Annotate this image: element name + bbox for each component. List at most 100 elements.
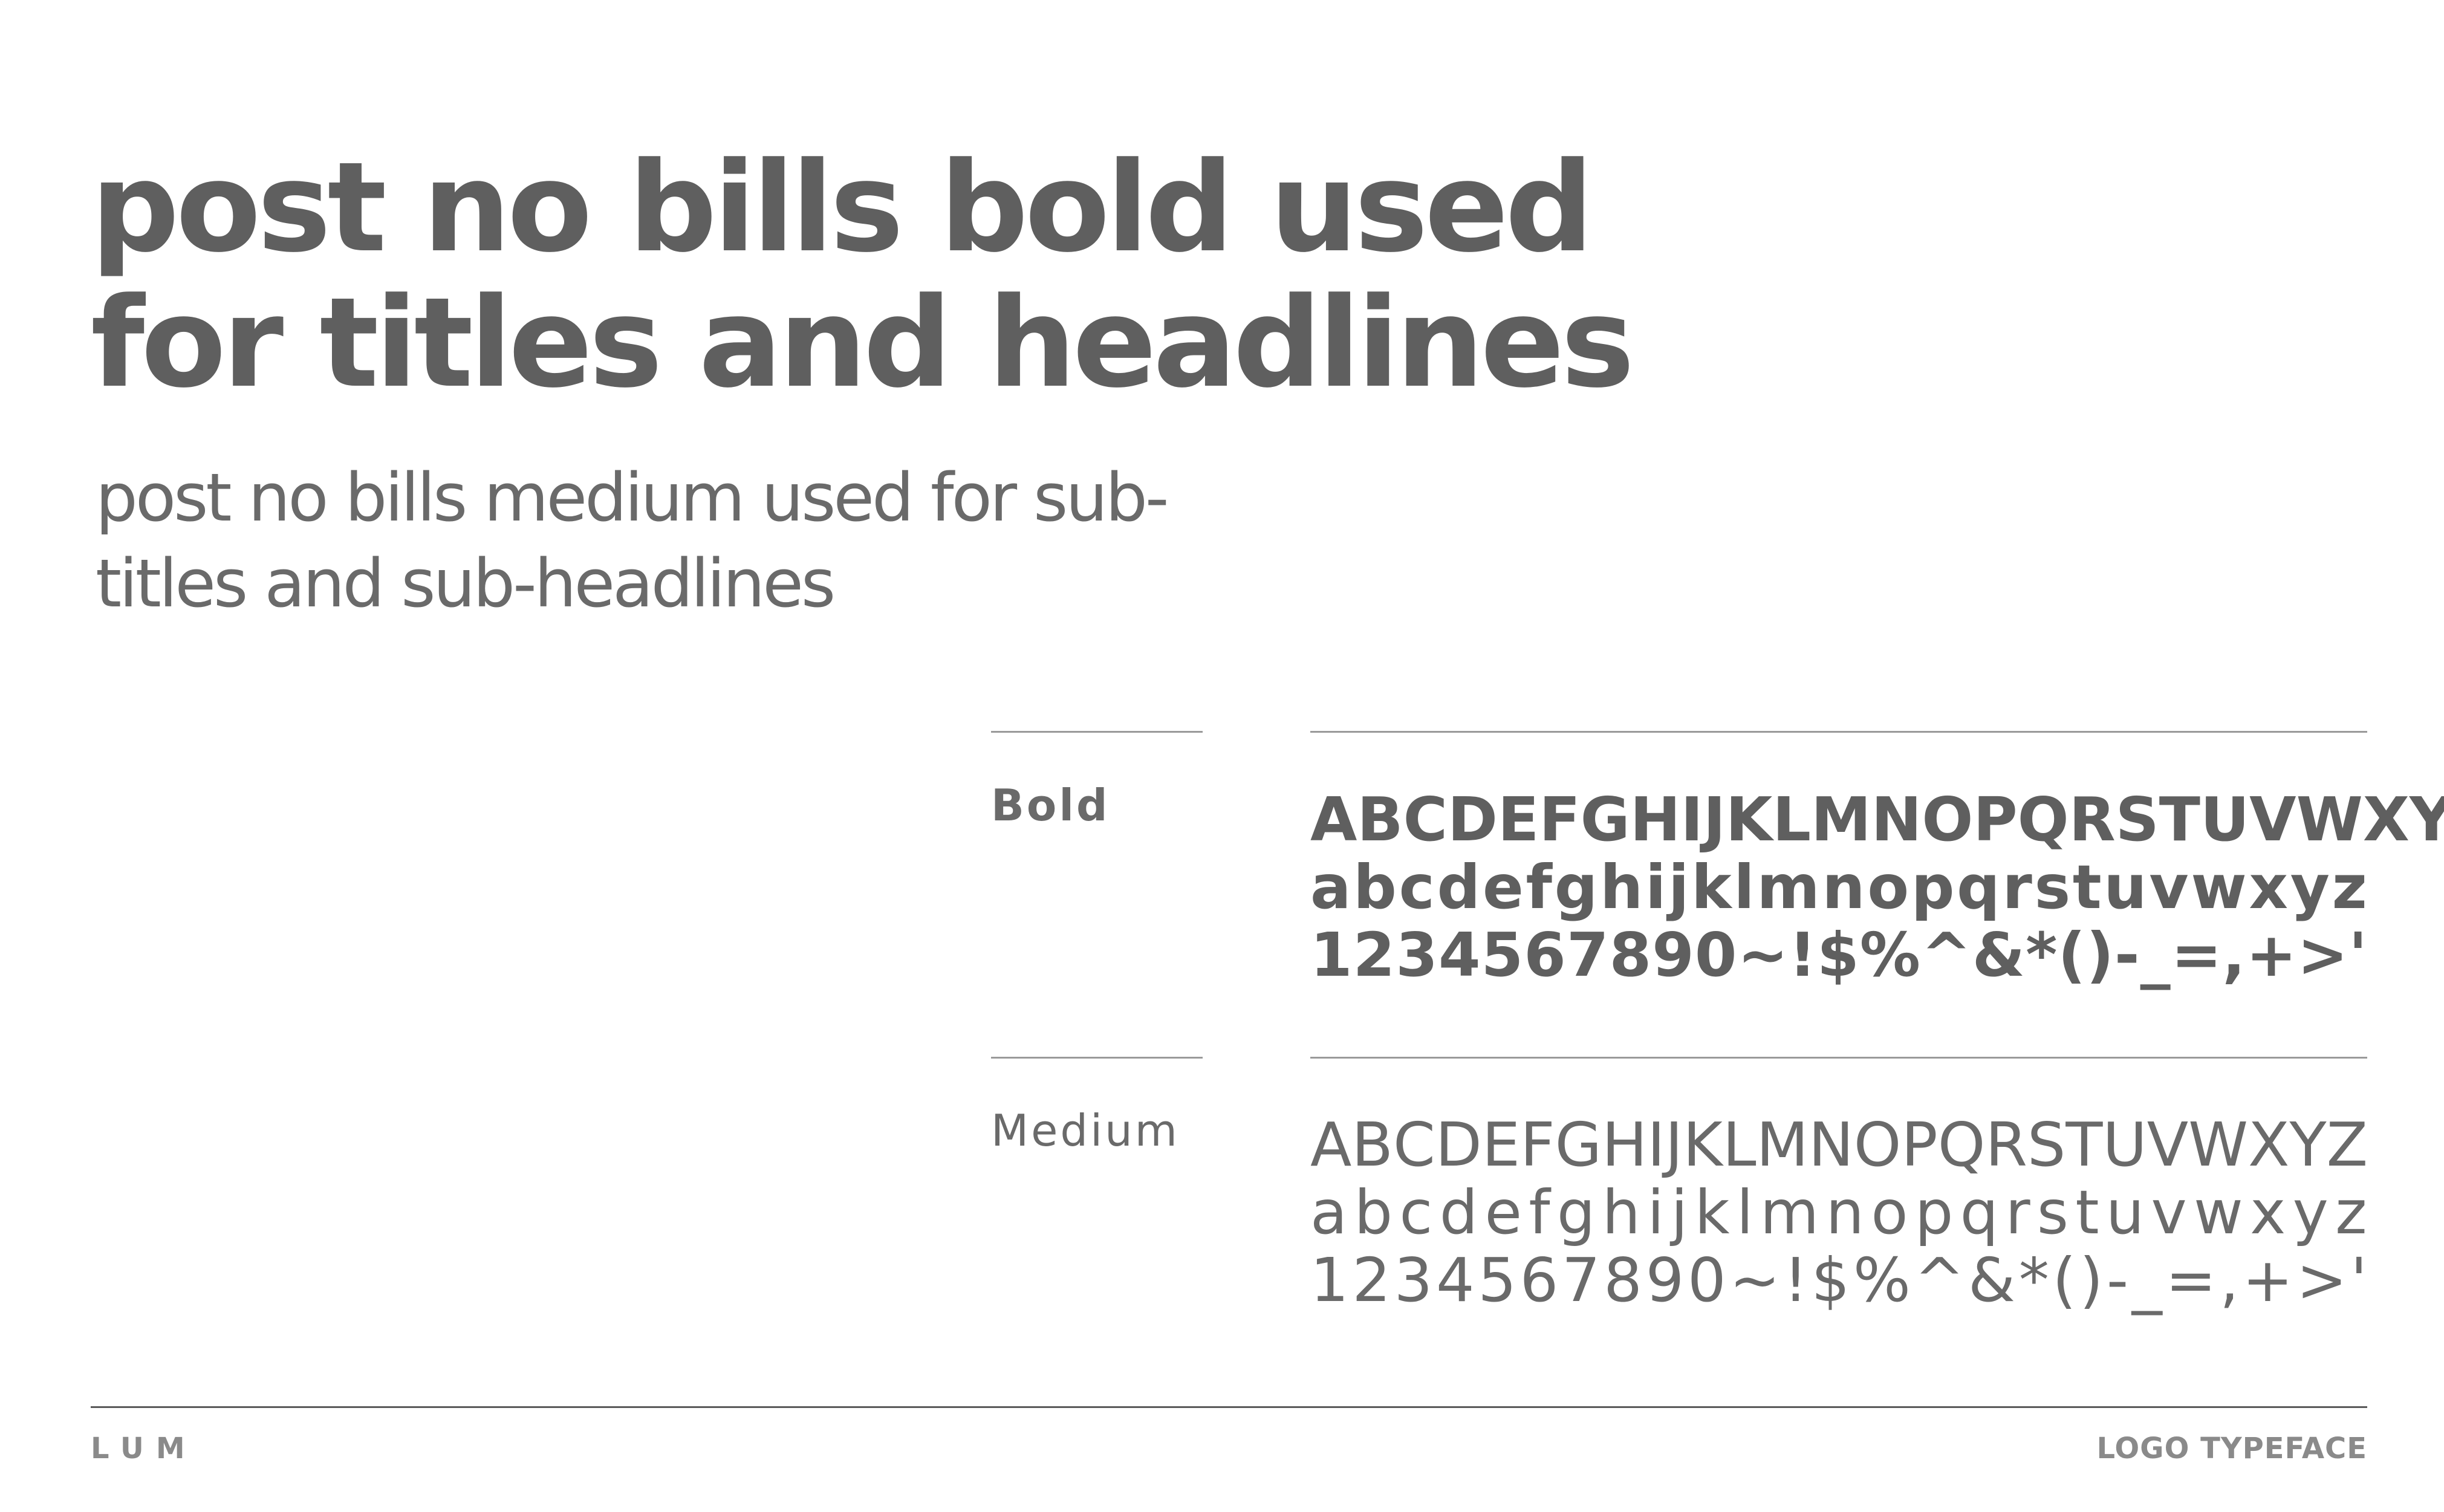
glyph: j (1668, 852, 1689, 923)
glyph: , (2219, 1245, 2239, 1316)
glyph: C (1393, 1109, 1435, 1180)
glyph: v (2149, 852, 2189, 923)
glyph: 7 (1561, 1245, 1601, 1316)
glyph: l (1734, 852, 1755, 923)
glyph: 5 (1478, 1245, 1516, 1316)
glyph: w (2191, 852, 2247, 923)
glyph: 6 (1519, 1245, 1559, 1316)
headline: post no bills bold used for titles and h… (91, 140, 1634, 415)
footer-divider (91, 1406, 2367, 1408)
divider-bold-glyphs (1310, 731, 2367, 733)
subheadline: post no bills medium used for sub- title… (96, 455, 1426, 626)
glyph: E (1481, 1109, 1521, 1180)
glyph: ! (1783, 1245, 1808, 1316)
glyph: 2 (1352, 1245, 1391, 1316)
glyph: 4 (1435, 1245, 1475, 1316)
glyph: - (2106, 1245, 2129, 1316)
glyph: - (2114, 920, 2140, 990)
glyph: K (1725, 784, 1773, 855)
glyph: h (1600, 852, 1643, 923)
glyph: a (1310, 1177, 1348, 1248)
glyph: , (2222, 920, 2246, 990)
glyph: r (2002, 852, 2032, 923)
glyph: % (1859, 920, 1920, 990)
glyph: l (1736, 1177, 1753, 1248)
glyph: 5 (1481, 920, 1524, 990)
glyph: F (1539, 784, 1581, 855)
glyph: r (2005, 1177, 2030, 1248)
glyph: c (1399, 852, 1435, 923)
glyph: F (1520, 1109, 1555, 1180)
glyph: g (1556, 1177, 1596, 1248)
glyph: z (2332, 852, 2367, 923)
glyph: a (1310, 852, 1351, 923)
glyph: C (1403, 784, 1448, 855)
glyph: G (1580, 784, 1630, 855)
glyph: G (1555, 1109, 1602, 1180)
subheadline-line-2: titles and sub-headlines (96, 545, 836, 622)
glyph: x (2250, 1177, 2286, 1248)
glyph: U (2102, 1109, 2147, 1180)
glyph: + (2246, 920, 2297, 990)
glyph: y (2292, 1177, 2329, 1248)
glyph: I (1647, 1109, 1665, 1180)
subheadline-line-1: post no bills medium used for sub- (96, 459, 1169, 536)
glyph: S (2027, 1109, 2066, 1180)
glyph: ' (2348, 920, 2367, 990)
glyph: T (2159, 784, 2200, 855)
glyph: v (2151, 1177, 2187, 1248)
glyph: i (1647, 1177, 1665, 1248)
glyph: z (2335, 1177, 2367, 1248)
glyph: W (2296, 784, 2363, 855)
glyph: ) (2079, 1245, 2104, 1316)
glyph: R (1985, 1109, 2027, 1180)
glyph: s (2034, 852, 2071, 923)
glyph: u (2105, 1177, 2145, 1248)
glyph: $ (1817, 920, 1859, 990)
glyph: ( (2058, 920, 2086, 990)
glyph: & (1972, 920, 2026, 990)
glyph: N (1871, 784, 1922, 855)
glyph: 4 (1438, 920, 1481, 990)
glyph: g (1554, 852, 1598, 923)
glyph: Y (2289, 1109, 2327, 1180)
glyph: d (1439, 1177, 1478, 1248)
glyph: 1 (1310, 920, 1353, 990)
glyph: ! (1789, 920, 1817, 990)
glyph: 8 (1609, 920, 1652, 990)
weight-label-bold: Bold (991, 780, 1110, 831)
glyph: * (2026, 920, 2058, 990)
glyph: X (2248, 1109, 2290, 1180)
glyph: D (1435, 1109, 1482, 1180)
glyph: ' (2350, 1245, 2367, 1316)
glyph: c (1399, 1177, 1433, 1248)
glyph: f (1526, 852, 1553, 923)
glyph: n (1825, 1177, 1865, 1248)
glyph: h (1602, 1177, 1641, 1248)
glyph: d (1437, 852, 1481, 923)
glyph: S (2115, 784, 2159, 855)
glyph: y (2290, 852, 2330, 923)
glyph: Z (2326, 1109, 2368, 1180)
glyph: 3 (1396, 920, 1438, 990)
glyph: Q (1937, 1109, 1986, 1180)
glyph: M (1756, 1109, 1809, 1180)
glyph: E (1498, 784, 1539, 855)
glyph: V (2249, 784, 2296, 855)
glyph: 6 (1524, 920, 1566, 990)
glyph: 8 (1604, 1245, 1642, 1316)
glyph: R (2069, 784, 2116, 855)
glyph: t (2075, 1177, 2099, 1248)
glyph: _ (2131, 1245, 2162, 1316)
glyph: _ (2140, 920, 2171, 990)
headline-line-2: for titles and headlines (91, 271, 1634, 415)
glyph: $ (1811, 1245, 1850, 1316)
glyph: P (1901, 1109, 1938, 1180)
glyph: 0 (1694, 920, 1737, 990)
glyph: p (1911, 852, 1955, 923)
glyph: ^ (1914, 1245, 1965, 1316)
glyph: P (1973, 784, 2018, 855)
glyph: T (2065, 1109, 2103, 1180)
glyph: O (1922, 784, 1974, 855)
glyph: I (1680, 784, 1703, 855)
